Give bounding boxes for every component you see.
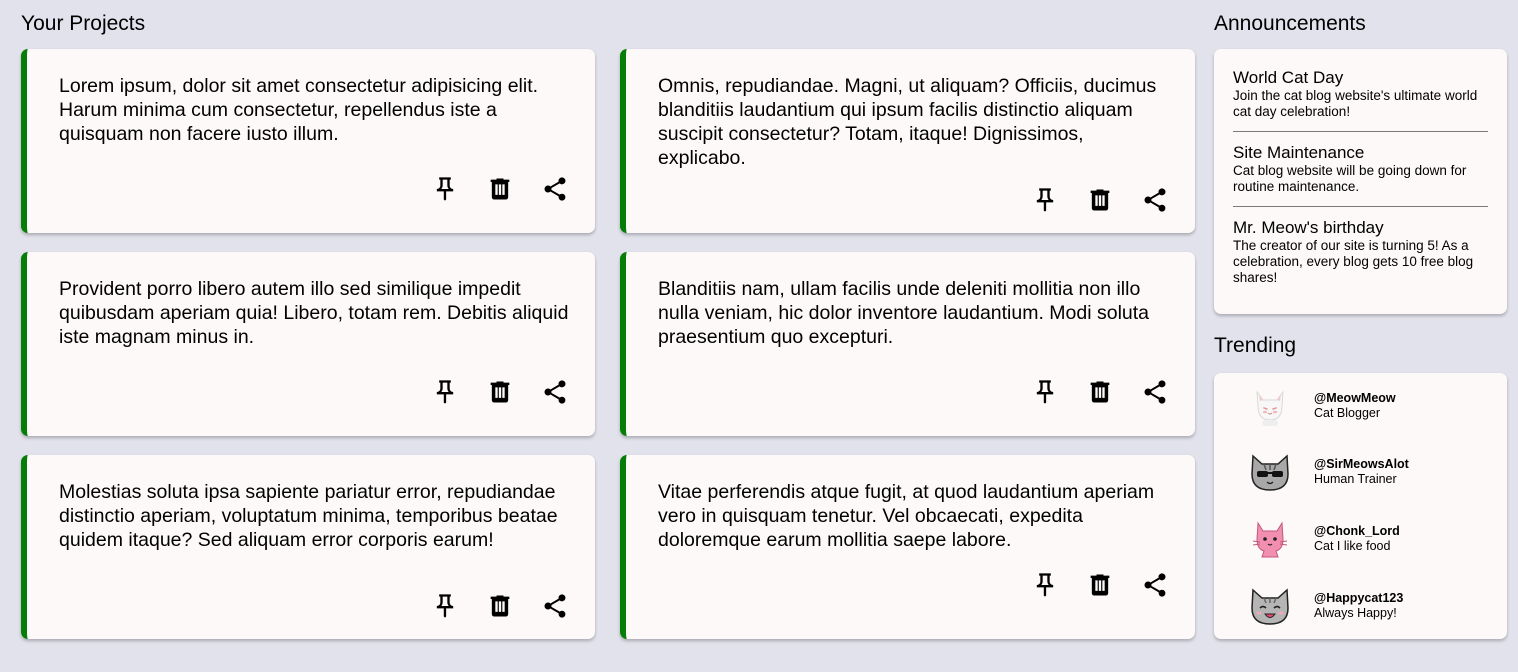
projects-grid: Lorem ipsum, dolor sit amet consectetur … [21, 49, 1195, 639]
sunglasses-cat-avatar [1251, 454, 1289, 491]
pushpin-icon [436, 594, 454, 618]
trending-user-handle: @Chonk_Lord [1314, 524, 1400, 538]
trending-user-handle: @Happycat123 [1314, 591, 1404, 605]
trash-icon [490, 381, 510, 403]
pin-button[interactable] [1029, 376, 1061, 408]
pushpin-icon [1036, 380, 1054, 404]
trash-icon [490, 595, 510, 617]
trending-user-info: @Chonk_Lord Cat I like food [1314, 524, 1400, 554]
announcement-title: Mr. Meow's birthday [1233, 218, 1384, 237]
pin-button[interactable] [429, 173, 461, 205]
delete-button[interactable] [1084, 569, 1116, 601]
announcement-item[interactable]: World Cat Day Join the cat blog website'… [1233, 69, 1488, 131]
trash-icon [1090, 574, 1110, 596]
announcement-item[interactable]: Mr. Meow's birthday The creator of our s… [1233, 206, 1488, 297]
trending-user-role: Cat I like food [1314, 539, 1391, 553]
announcements-title: Announcements [1214, 12, 1366, 35]
pin-button[interactable] [429, 590, 461, 622]
share-button[interactable] [1139, 184, 1171, 216]
share-button[interactable] [1139, 376, 1171, 408]
share-button[interactable] [539, 173, 571, 205]
project-card-text: Provident porro libero autem illo sed si… [59, 278, 569, 348]
pushpin-icon [436, 177, 454, 201]
trending-user[interactable]: @Chonk_Lord Cat I like food [1248, 517, 1400, 561]
delete-button[interactable] [1084, 376, 1116, 408]
trending-user-handle: @MeowMeow [1314, 391, 1396, 405]
project-card-text: Molestias soluta ipsa sapiente pariatur … [59, 481, 558, 551]
trending-user-info: @Happycat123 Always Happy! [1314, 591, 1403, 621]
share-button[interactable] [1139, 569, 1171, 601]
pink-cat-avatar [1252, 521, 1288, 558]
announcements-card: World Cat Day Join the cat blog website'… [1214, 49, 1507, 314]
share-icon [544, 594, 566, 618]
pin-button[interactable] [1029, 184, 1061, 216]
trending-user-info: @MeowMeow Cat Blogger [1314, 391, 1396, 421]
white-cat-avatar [1256, 390, 1284, 426]
share-icon [1144, 188, 1166, 212]
trending-user-role: Always Happy! [1314, 606, 1397, 620]
trending-user[interactable]: @MeowMeow Cat Blogger [1248, 384, 1396, 428]
share-icon [544, 380, 566, 404]
trash-icon [1090, 381, 1110, 403]
announcement-item[interactable]: Site Maintenance Cat blog website will b… [1233, 131, 1488, 206]
project-card[interactable]: Vitae perferendis atque fugit, at quod l… [620, 455, 1195, 639]
trending-user-role: Cat Blogger [1314, 406, 1381, 420]
share-icon [1144, 380, 1166, 404]
share-button[interactable] [539, 590, 571, 622]
trending-card: @MeowMeow Cat Blogger @SirMeowsAlot Huma… [1214, 373, 1507, 639]
project-card-actions [429, 173, 571, 205]
trending-user[interactable]: @SirMeowsAlot Human Trainer [1248, 450, 1409, 494]
project-card-actions [429, 590, 571, 622]
project-card-text: Vitae perferendis atque fugit, at quod l… [658, 481, 1155, 551]
pushpin-icon [1036, 573, 1054, 597]
project-card-actions [1029, 184, 1171, 216]
project-card-actions [1029, 569, 1171, 601]
project-card[interactable]: Molestias soluta ipsa sapiente pariatur … [21, 455, 595, 639]
project-card[interactable]: Blanditiis nam, ullam facilis unde delen… [620, 252, 1195, 436]
project-card[interactable]: Provident porro libero autem illo sed si… [21, 252, 595, 436]
project-card-actions [429, 376, 571, 408]
trash-icon [490, 178, 510, 200]
share-icon [544, 177, 566, 201]
announcement-title: Site Maintenance [1233, 143, 1365, 162]
announcement-body: Cat blog website will be going down for … [1233, 163, 1467, 194]
pushpin-icon [436, 380, 454, 404]
project-card-text: Omnis, repudiandae. Magni, ut aliquam? O… [658, 75, 1157, 169]
projects-title: Your Projects [21, 12, 146, 35]
trending-user-role: Human Trainer [1314, 472, 1397, 486]
project-card-text: Lorem ipsum, dolor sit amet consectetur … [59, 75, 539, 145]
delete-button[interactable] [484, 173, 516, 205]
announcement-title: World Cat Day [1233, 68, 1344, 87]
project-card[interactable]: Omnis, repudiandae. Magni, ut aliquam? O… [620, 49, 1195, 233]
share-button[interactable] [539, 376, 571, 408]
trending-user-info: @SirMeowsAlot Human Trainer [1314, 457, 1409, 487]
delete-button[interactable] [1084, 184, 1116, 216]
trending-user-handle: @SirMeowsAlot [1314, 457, 1409, 471]
share-icon [1144, 573, 1166, 597]
pin-button[interactable] [429, 376, 461, 408]
project-card[interactable]: Lorem ipsum, dolor sit amet consectetur … [21, 49, 595, 233]
gray-cat-avatar [1251, 588, 1289, 625]
project-card-actions [1029, 376, 1171, 408]
announcement-body: Join the cat blog website's ultimate wor… [1233, 88, 1478, 119]
project-card-text: Blanditiis nam, ullam facilis unde delen… [658, 278, 1150, 348]
delete-button[interactable] [484, 590, 516, 622]
trending-title: Trending [1214, 334, 1297, 357]
pin-button[interactable] [1029, 569, 1061, 601]
trending-user[interactable]: @Happycat123 Always Happy! [1248, 584, 1403, 628]
trash-icon [1090, 189, 1110, 211]
delete-button[interactable] [484, 376, 516, 408]
announcement-body: The creator of our site is turning 5! As… [1233, 238, 1474, 285]
pushpin-icon [1036, 188, 1054, 212]
